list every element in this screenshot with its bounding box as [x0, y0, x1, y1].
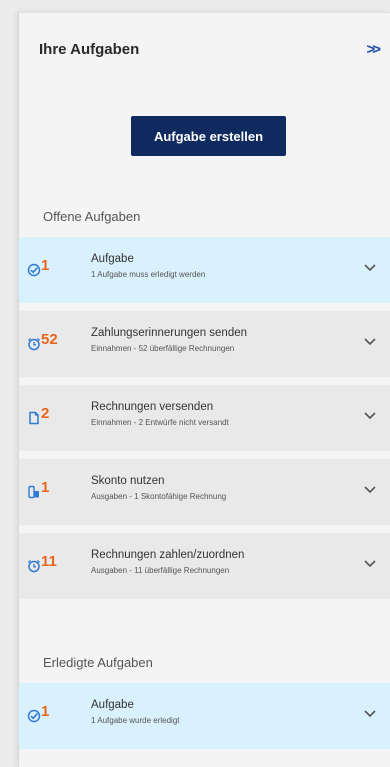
- panel-header: Ihre Aufgaben >>: [39, 41, 390, 65]
- tasks-panel: Ihre Aufgaben >> Aufgabe erstellen Offen…: [18, 12, 390, 767]
- task-count: 2: [41, 405, 50, 422]
- task-item-aufgabe[interactable]: 1 Aufgabe 1 Aufgabe muss erledigt werden: [19, 237, 390, 303]
- discount-icon: [27, 485, 41, 499]
- task-count: 52: [41, 331, 58, 348]
- collapse-icon[interactable]: >>: [366, 41, 380, 58]
- task-title: Zahlungserinnerungen senden: [91, 327, 248, 339]
- task-subtitle: 1 Aufgabe wurde erledigt: [91, 716, 180, 725]
- task-title: Rechnungen versenden: [91, 401, 214, 413]
- chevron-down-icon[interactable]: [363, 559, 377, 569]
- alarm-clock-icon: [27, 559, 41, 573]
- task-subtitle: Ausgaben - 11 überfällige Rechnungen: [91, 566, 230, 575]
- task-text: Skonto nutzen Ausgaben - 1 Skontofähige …: [91, 475, 351, 501]
- task-subtitle: 1 Aufgabe muss erledigt werden: [91, 270, 206, 279]
- open-tasks-heading: Offene Aufgaben: [43, 209, 141, 224]
- task-item-rechnungen-versenden[interactable]: 2 Rechnungen versenden Einnahmen - 2 Ent…: [19, 385, 390, 451]
- task-text: Aufgabe 1 Aufgabe muss erledigt werden: [91, 253, 351, 279]
- check-icon: [27, 709, 41, 723]
- create-task-button[interactable]: Aufgabe erstellen: [131, 116, 286, 156]
- task-text: Zahlungserinnerungen senden Einnahmen - …: [91, 327, 351, 353]
- chevron-down-icon[interactable]: [363, 485, 377, 495]
- task-subtitle: Ausgaben - 1 Skontofähige Rechnung: [91, 492, 227, 501]
- chevron-down-icon[interactable]: [363, 337, 377, 347]
- check-icon: [27, 263, 41, 277]
- task-count: 11: [41, 553, 57, 570]
- document-icon: [27, 411, 41, 425]
- task-text: Rechnungen zahlen/zuordnen Ausgaben - 11…: [91, 549, 351, 575]
- task-subtitle: Einnahmen - 2 Entwürfe nicht versandt: [91, 418, 229, 427]
- task-title: Aufgabe: [91, 699, 134, 711]
- alarm-clock-icon: [27, 337, 41, 351]
- task-text: Aufgabe 1 Aufgabe wurde erledigt: [91, 699, 351, 725]
- task-count: 1: [41, 257, 50, 274]
- panel-title: Ihre Aufgaben: [39, 41, 140, 58]
- task-item-zahlungserinnerungen[interactable]: 52 Zahlungserinnerungen senden Einnahmen…: [19, 311, 390, 377]
- task-title: Rechnungen zahlen/zuordnen: [91, 549, 245, 561]
- task-text: Rechnungen versenden Einnahmen - 2 Entwü…: [91, 401, 351, 427]
- task-item-aufgabe-erledigt[interactable]: 1 Aufgabe 1 Aufgabe wurde erledigt: [19, 683, 390, 749]
- task-title: Aufgabe: [91, 253, 134, 265]
- task-subtitle: Einnahmen - 52 überfällige Rechnungen: [91, 344, 235, 353]
- chevron-down-icon[interactable]: [363, 411, 377, 421]
- task-count: 1: [41, 703, 50, 720]
- chevron-down-icon[interactable]: [363, 709, 377, 719]
- task-title: Skonto nutzen: [91, 475, 165, 487]
- chevron-down-icon[interactable]: [363, 263, 377, 273]
- task-item-skonto-nutzen[interactable]: 1 Skonto nutzen Ausgaben - 1 Skontofähig…: [19, 459, 390, 525]
- task-count: 1: [41, 479, 50, 496]
- task-item-rechnungen-zahlen[interactable]: 11 Rechnungen zahlen/zuordnen Ausgaben -…: [19, 533, 390, 599]
- done-tasks-heading: Erledigte Aufgaben: [43, 655, 153, 670]
